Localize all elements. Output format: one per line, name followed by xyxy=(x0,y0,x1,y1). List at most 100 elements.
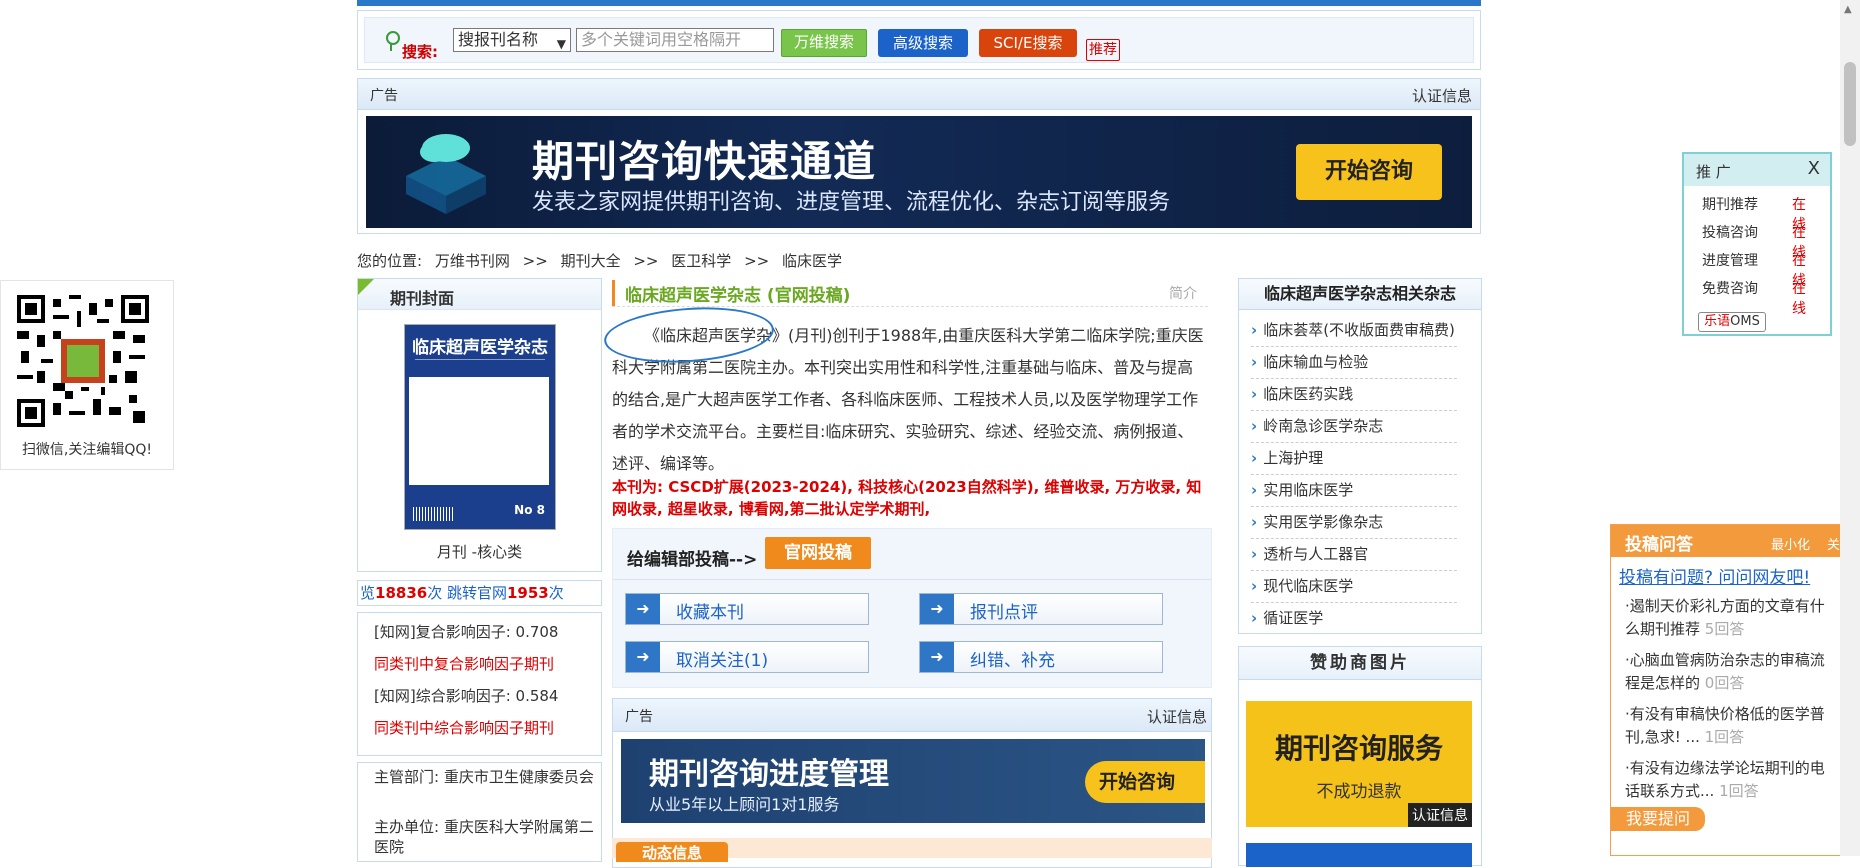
advanced-search-button[interactable]: 高级搜索 xyxy=(878,29,968,57)
sponsor-cert-badge[interactable]: 认证信息 xyxy=(1408,803,1472,827)
breadcrumb-separator: >> xyxy=(744,252,770,270)
related-title: 临床超声医学杂志相关杂志 xyxy=(1239,279,1481,310)
supervisor-dept: 主管部门: 重庆市卫生健康委员会 xyxy=(374,768,594,786)
search-type-select[interactable]: 搜报刊名称 ▼ xyxy=(453,28,571,52)
scrollbar-thumb[interactable] xyxy=(1844,62,1856,146)
banner2-title: 期刊咨询进度管理 xyxy=(649,757,889,792)
search-input[interactable]: 多个关键词用空格隔开 xyxy=(576,28,774,52)
promo-row-progress[interactable]: 进度管理 在线 xyxy=(1702,250,1806,289)
breadcrumb-clinical[interactable]: 临床医学 xyxy=(782,252,842,270)
related-journal-link[interactable]: 循证医学 xyxy=(1251,603,1457,634)
top-nav-strip xyxy=(357,0,1481,6)
close-icon[interactable]: X xyxy=(1808,158,1820,179)
composite-impact-link[interactable]: 同类刊中复合影响因子期刊 xyxy=(374,653,554,674)
qa-question[interactable]: ·心脑血管病防治杂志的审稿流程是怎样的 0回答 xyxy=(1625,649,1831,695)
journal-consult-banner[interactable]: 期刊咨询快速通道 发表之家网提供期刊咨询、进度管理、流程优化、杂志订阅等服务 开… xyxy=(366,116,1472,228)
middle-ad-header: 广告 认证信息 xyxy=(613,699,1211,732)
corner-triangle-icon xyxy=(358,279,374,295)
wanwei-search-button[interactable]: 万维搜索 xyxy=(781,29,867,57)
ask-question-button[interactable]: 我要提问 xyxy=(1611,807,1705,831)
qa-question[interactable]: ·有没有审稿快价格低的医学普刊,急求! ... 1回答 xyxy=(1625,703,1831,749)
arrow-right-icon: ➜ xyxy=(920,642,954,672)
visit-counter: 览18836次 跳转官网1953次 xyxy=(357,580,602,606)
review-journal-button[interactable]: ➜ 报刊点评 xyxy=(919,593,1163,625)
promo-row-label: 免费咨询 xyxy=(1702,281,1758,297)
breadcrumb-medical[interactable]: 医卫科学 xyxy=(671,252,731,270)
cover-journal-name: 临床超声医学杂志 xyxy=(412,338,548,358)
arrow-right-icon: ➜ xyxy=(920,594,954,624)
cert-info-link[interactable]: 认证信息 xyxy=(1412,85,1472,106)
related-journal-link[interactable]: 临床荟萃(不收版面费审稿费) xyxy=(1251,315,1457,347)
breadcrumb-separator: >> xyxy=(522,252,548,270)
progress-management-banner[interactable]: 期刊咨询进度管理 从业5年以上顾问1对1服务 开始咨询 xyxy=(621,739,1205,823)
promo-row-label: 期刊推荐 xyxy=(1702,197,1758,213)
journal-title-bar: 临床超声医学杂志 (官网投稿) 简介 xyxy=(612,280,1211,306)
qa-float-panel: 投稿问答 最小化 关 投稿有问题? 问问网友吧! ·遏制天价彩礼方面的文章有什么… xyxy=(1610,524,1842,856)
sponsor-ad-title: 期刊咨询服务 xyxy=(1274,732,1443,765)
related-journal-link[interactable]: 临床医药实践 xyxy=(1251,379,1457,411)
cover-divider xyxy=(415,359,545,360)
close-button[interactable]: 关 xyxy=(1827,534,1840,553)
ask-community-link[interactable]: 投稿有问题? 问问网友吧! xyxy=(1619,563,1810,588)
visits-suffix: 次 xyxy=(548,584,564,602)
breadcrumb-home[interactable]: 万维书刊网 xyxy=(435,252,510,270)
promo-header: 推 广 X xyxy=(1684,154,1830,186)
answer-count: 1回答 xyxy=(1704,728,1745,746)
related-journal-link[interactable]: 岭南急诊医学杂志 xyxy=(1251,411,1457,443)
journal-title-link[interactable]: 临床超声医学杂志 (官网投稿) xyxy=(625,281,850,306)
overall-impact-link[interactable]: 同类刊中综合影响因子期刊 xyxy=(374,717,554,738)
banner2-consult-button[interactable]: 开始咨询 xyxy=(1085,761,1205,803)
search-type-value: 搜报刊名称 xyxy=(458,30,539,49)
promo-row-consult[interactable]: 投稿咨询 在线 xyxy=(1702,222,1806,261)
official-submit-button[interactable]: 官网投稿 xyxy=(765,537,871,569)
promo-title: 推 广 xyxy=(1696,163,1731,181)
related-journal-link[interactable]: 透析与人工器官 xyxy=(1251,539,1457,571)
news-tab[interactable]: 动态信息 xyxy=(616,842,728,862)
related-journal-link[interactable]: 临床输血与检验 xyxy=(1251,347,1457,379)
journal-cover-image[interactable]: 临床超声医学杂志 No 8 xyxy=(404,324,556,530)
promo-row-free[interactable]: 免费咨询 在线 xyxy=(1702,278,1806,317)
favorite-journal-button[interactable]: ➜ 收藏本刊 xyxy=(625,593,869,625)
breadcrumb-journals[interactable]: 期刊大全 xyxy=(561,252,621,270)
overall-impact-factor: [知网]综合影响因子: 0.584 xyxy=(374,687,559,705)
leyu-suffix: OMS xyxy=(1730,314,1760,329)
leyu-oms-logo[interactable]: 乐语OMS xyxy=(1698,312,1766,332)
promo-row-label: 进度管理 xyxy=(1702,253,1758,269)
action-label: 报刊点评 xyxy=(970,603,1038,623)
ad-label: 广告 xyxy=(625,709,653,725)
qa-question[interactable]: ·遏制天价彩礼方面的文章有什么期刊推荐 5回答 xyxy=(1625,595,1831,641)
cert-info-link[interactable]: 认证信息 xyxy=(1147,706,1207,727)
sponsor-ad-image[interactable]: 期刊咨询服务 不成功退款 认证信息 xyxy=(1246,701,1472,827)
search-bar: 搜索: 搜报刊名称 ▼ 多个关键词用空格隔开 万维搜索 高级搜索 SCI/E搜索 … xyxy=(357,10,1481,70)
qa-title: 投稿问答 xyxy=(1625,535,1693,555)
cover-issue: No 8 xyxy=(514,503,545,517)
jump-count: 1953 xyxy=(506,584,549,602)
start-consult-button[interactable]: 开始咨询 xyxy=(1296,144,1442,200)
unfollow-button[interactable]: ➜ 取消关注(1) xyxy=(625,641,869,673)
related-journal-link[interactable]: 上海护理 xyxy=(1251,443,1457,475)
barcode-icon xyxy=(413,507,453,521)
related-journal-link[interactable]: 实用医学影像杂志 xyxy=(1251,507,1457,539)
composite-impact-factor: [知网]复合影响因子: 0.708 xyxy=(374,623,559,641)
promo-row-recommend[interactable]: 期刊推荐 在线 xyxy=(1702,194,1806,233)
related-journal-link[interactable]: 现代临床医学 xyxy=(1251,571,1457,603)
wechat-qr-box: 扫微信,关注编辑QQ! xyxy=(0,280,174,470)
breadcrumb-separator: >> xyxy=(633,252,659,270)
submit-label: 给编辑部投稿--> xyxy=(627,550,758,570)
recommend-button[interactable]: 推荐 xyxy=(1086,39,1120,61)
top-ad-header: 广告 认证信息 xyxy=(358,79,1480,110)
cover-caption: 月刊 -核心类 xyxy=(436,543,523,561)
breadcrumb-prefix: 您的位置: xyxy=(357,252,423,270)
sci-search-button[interactable]: SCI/E搜索 xyxy=(979,29,1077,57)
report-error-button[interactable]: ➜ 纠错、补充 xyxy=(919,641,1163,673)
search-label: 搜索: xyxy=(402,43,438,61)
sponsor-ad-image-2[interactable] xyxy=(1246,843,1472,867)
related-journal-link[interactable]: 实用临床医学 xyxy=(1251,475,1457,507)
submission-panel: 给编辑部投稿--> 官网投稿 ➜ 收藏本刊 ➜ 报刊点评 ➜ 取消关注(1) ➜… xyxy=(612,528,1212,688)
minimize-button[interactable]: 最小化 xyxy=(1771,534,1810,553)
qa-question[interactable]: ·有没有边缘法学论坛期刊的电话联系方式... 1回答 xyxy=(1625,757,1831,803)
host-unit: 主办单位: 重庆医科大学附属第二医院 xyxy=(374,818,594,856)
qr-code-icon xyxy=(17,295,149,427)
scroll-up-icon[interactable]: ▲ xyxy=(1844,4,1852,15)
search-icon xyxy=(386,31,400,51)
